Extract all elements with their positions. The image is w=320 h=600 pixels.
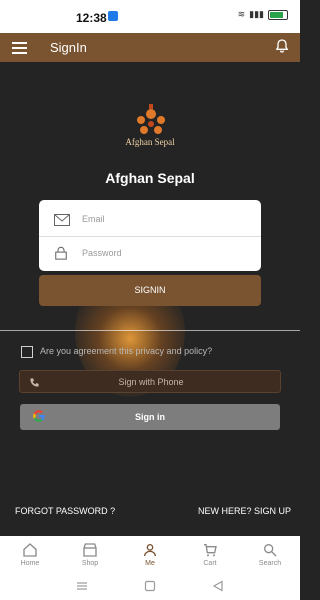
login-card: Email Password [39, 200, 261, 271]
cart-icon [204, 543, 217, 556]
email-placeholder: Email [82, 214, 105, 224]
app-notification-icon [108, 11, 118, 21]
phone-signin-label: Sign with Phone [118, 377, 184, 387]
privacy-label: Are you agreement this privacy and polic… [40, 346, 213, 356]
logo-wordmark: Afghan Sepal [125, 137, 175, 147]
brand-logo [137, 104, 165, 134]
tab-cart[interactable]: Cart [180, 536, 240, 572]
phone-signin-button[interactable]: Sign with Phone [19, 370, 281, 393]
status-bar: 12:38 ≋ ▮▮▮ [0, 0, 300, 33]
password-placeholder: Password [82, 248, 122, 258]
signal-icon: ▮▮▮ [249, 9, 264, 19]
mail-icon [54, 214, 70, 226]
shop-icon [83, 542, 97, 557]
back-icon[interactable] [212, 580, 224, 592]
status-time: 12:38 [76, 11, 107, 25]
tab-shop[interactable]: Shop [60, 536, 120, 572]
tab-cart-label: Cart [203, 559, 217, 567]
tab-search-label: Search [258, 559, 282, 567]
user-icon [144, 543, 156, 556]
tab-me[interactable]: Me [120, 536, 180, 572]
wifi-icon: ≋ [237, 9, 246, 19]
system-navigation-bar [0, 572, 300, 600]
lock-icon [55, 246, 67, 260]
tab-search[interactable]: Search [240, 536, 300, 572]
signup-link[interactable]: NEW HERE? SIGN UP [198, 506, 291, 516]
bell-icon[interactable] [274, 38, 290, 54]
google-signin-button[interactable]: Sign in [20, 404, 280, 430]
password-field[interactable]: Password [39, 236, 261, 271]
forgot-password-link[interactable]: FORGOT PASSWORD ? [15, 506, 115, 516]
signin-button[interactable]: SIGNIN [39, 275, 261, 306]
battery-icon [268, 9, 288, 20]
glow-line-divider [0, 330, 300, 331]
home-icon [23, 542, 37, 557]
menu-icon[interactable] [12, 42, 27, 54]
tab-home[interactable]: Home [0, 536, 60, 572]
home-button-icon[interactable] [144, 580, 156, 592]
bottom-tab-bar: Home Shop Me Cart Search [0, 536, 300, 572]
tab-home-label: Home [20, 559, 40, 567]
tab-me-label: Me [145, 559, 155, 567]
page-title: SignIn [50, 40, 87, 55]
privacy-checkbox[interactable] [21, 346, 33, 358]
status-indicators: ≋ ▮▮▮ [238, 9, 288, 20]
tab-shop-label: Shop [81, 559, 99, 567]
signin-content: Afghan Sepal Afghan Sepal Email Password… [0, 62, 300, 536]
email-field[interactable]: Email [39, 202, 261, 237]
brand-name: Afghan Sepal [105, 170, 195, 186]
google-signin-label: Sign in [135, 412, 165, 422]
app-bar: SignIn [0, 33, 300, 62]
recent-apps-icon[interactable] [76, 580, 88, 592]
search-icon [264, 543, 277, 556]
